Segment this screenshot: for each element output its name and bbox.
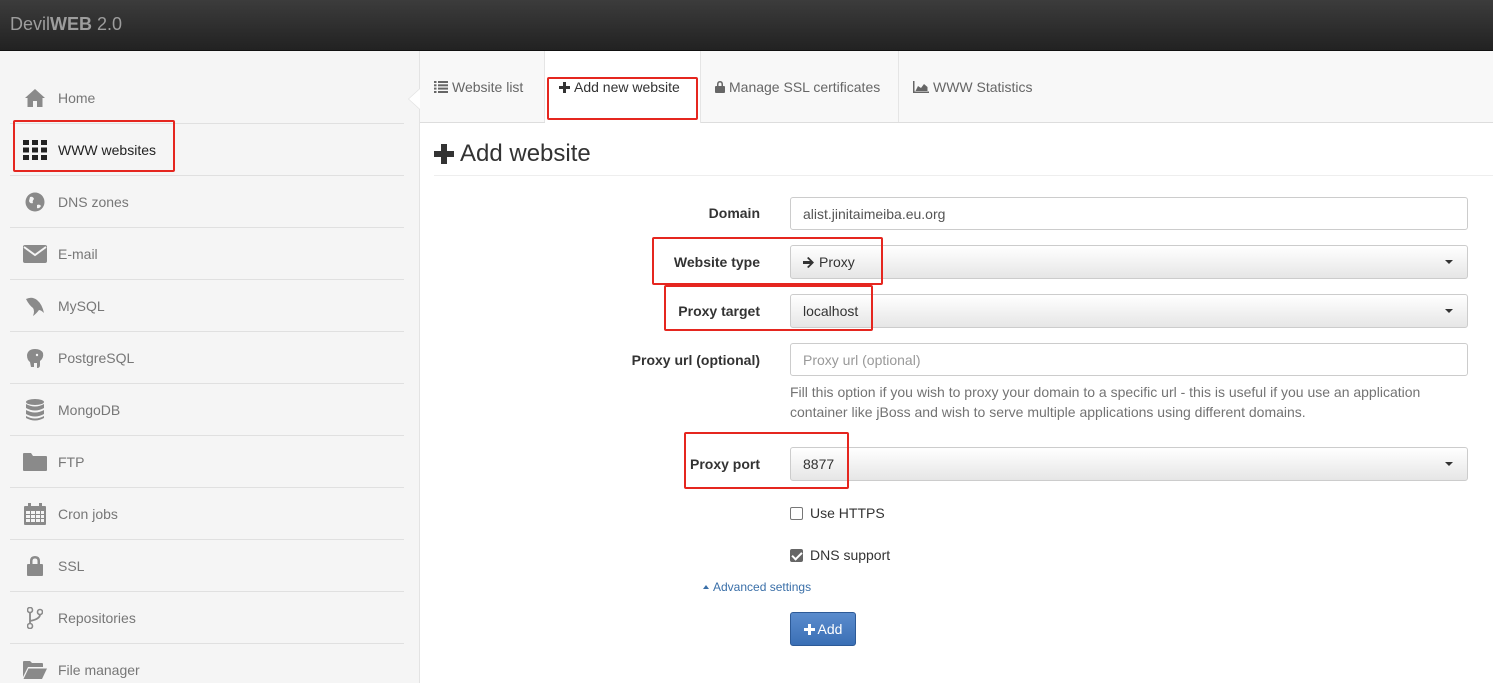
- page-title-text: Add website: [460, 140, 591, 167]
- add-button[interactable]: Add: [790, 612, 856, 646]
- database-icon: [22, 398, 48, 421]
- advanced-settings-link[interactable]: Advanced settings: [703, 580, 811, 594]
- proxy-url-help: Fill this option if you wish to proxy yo…: [790, 384, 1421, 420]
- sidebar-item-label: WWW websites: [58, 141, 156, 158]
- page-title: Add website: [434, 140, 591, 168]
- grid-icon: [22, 139, 48, 161]
- sidebar-item-ftp[interactable]: FTP: [10, 436, 404, 488]
- sidebar-item-mysql[interactable]: MySQL: [10, 280, 404, 332]
- brand-logo[interactable]: DevilWEB 2.0: [10, 14, 122, 35]
- branch-icon: [22, 606, 48, 629]
- checkbox-box[interactable]: [790, 548, 803, 562]
- chevron-down-icon: [1445, 309, 1453, 313]
- tab-label: WWW Statistics: [933, 78, 1033, 95]
- sidebar-item-ssl[interactable]: SSL: [10, 540, 404, 592]
- plus-icon: [434, 144, 454, 164]
- sidebar-item-mongodb[interactable]: MongoDB: [10, 384, 404, 436]
- lock-icon: [22, 555, 48, 577]
- calendar-icon: [22, 502, 48, 525]
- advanced-settings-label: Advanced settings: [713, 580, 812, 594]
- sidebar-item-dns-zones[interactable]: DNS zones: [10, 176, 404, 228]
- proxy-target-label: Proxy target: [678, 303, 760, 319]
- list-icon: [434, 80, 448, 93]
- sidebar-item-label: MongoDB: [58, 401, 121, 418]
- sidebar-item-file-manager[interactable]: File manager: [10, 644, 404, 683]
- proxy-port-select[interactable]: 8877: [790, 447, 1468, 481]
- sidebar-item-home[interactable]: Home: [10, 72, 404, 124]
- active-pointer: [409, 89, 420, 109]
- lock-icon: [715, 80, 725, 93]
- tab-www-statistics[interactable]: WWW Statistics: [899, 51, 1049, 122]
- proxy-url-input[interactable]: Proxy url (optional): [790, 343, 1468, 376]
- plus-icon: [559, 81, 570, 93]
- folder-open-icon: [22, 659, 48, 681]
- domain-input[interactable]: alist.jinitaimeiba.eu.org: [790, 197, 1468, 230]
- sidebar-item-label: MySQL: [58, 297, 105, 314]
- arrow-right-icon: [803, 256, 814, 268]
- tab-bar: Website list Add new website Manage SSL …: [420, 51, 1493, 123]
- sidebar-item-label: Home: [58, 89, 96, 106]
- sidebar-item-label: E-mail: [58, 245, 98, 262]
- proxy-port-label: Proxy port: [689, 456, 760, 472]
- dns-support-label: DNS support: [810, 547, 891, 563]
- tab-label: Manage SSL certificates: [729, 78, 881, 95]
- sidebar-item-www-websites[interactable]: WWW websites: [10, 124, 404, 176]
- sidebar-item-label: Repositories: [58, 609, 136, 626]
- elephant-icon: [22, 347, 48, 369]
- caret-up-icon: [703, 585, 709, 589]
- proxy-target-value: localhost: [803, 303, 859, 319]
- use-https-checkbox[interactable]: Use HTTPS: [790, 505, 885, 521]
- dolphin-icon: [22, 295, 48, 317]
- sidebar-item-label: SSL: [58, 557, 85, 574]
- add-button-label: Add: [817, 621, 843, 637]
- area-chart-icon: [913, 80, 929, 93]
- website-type-select[interactable]: Proxy: [790, 245, 1468, 279]
- tab-add-new-website[interactable]: Add new website: [545, 51, 701, 123]
- chevron-down-icon: [1445, 260, 1453, 264]
- sidebar-item-label: DNS zones: [58, 193, 129, 210]
- tab-label: Add new website: [574, 79, 680, 95]
- folder-icon: [22, 451, 48, 473]
- sidebar-item-email[interactable]: E-mail: [10, 228, 404, 280]
- divider: [434, 175, 1493, 176]
- domain-label: Domain: [708, 205, 760, 221]
- website-type-value: Proxy: [819, 254, 855, 270]
- tab-manage-ssl[interactable]: Manage SSL certificates: [701, 51, 899, 122]
- sidebar-item-label: PostgreSQL: [58, 349, 135, 366]
- sidebar-item-label: Cron jobs: [58, 505, 118, 522]
- chevron-down-icon: [1445, 462, 1453, 466]
- website-type-label: Website type: [673, 254, 760, 270]
- tab-website-list[interactable]: Website list: [420, 51, 545, 122]
- home-icon: [22, 87, 48, 109]
- envelope-icon: [22, 243, 48, 265]
- sidebar-item-label: File manager: [58, 661, 140, 678]
- tab-label: Website list: [452, 78, 524, 95]
- dns-support-checkbox[interactable]: DNS support: [790, 547, 890, 563]
- sidebar-item-label: FTP: [58, 453, 85, 470]
- sidebar-item-cron-jobs[interactable]: Cron jobs: [10, 488, 404, 540]
- sidebar: Home WWW websites DNS zones E-mail MySQL…: [0, 51, 420, 683]
- sidebar-item-repositories[interactable]: Repositories: [10, 592, 404, 644]
- checkbox-box[interactable]: [790, 506, 803, 520]
- globe-icon: [22, 191, 48, 213]
- plus-icon: [803, 623, 815, 635]
- sidebar-item-postgresql[interactable]: PostgreSQL: [10, 332, 404, 384]
- use-https-label: Use HTTPS: [810, 505, 885, 521]
- proxy-port-value: 8877: [803, 456, 835, 472]
- proxy-target-select[interactable]: localhost: [790, 294, 1468, 328]
- top-navbar: DevilWEB 2.0: [0, 0, 1493, 51]
- proxy-url-label: Proxy url (optional): [631, 352, 760, 368]
